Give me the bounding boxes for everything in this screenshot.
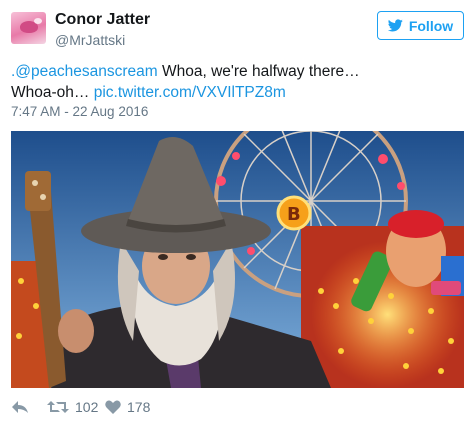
retweet-icon [47, 401, 69, 413]
display-name[interactable]: Conor Jatter [55, 11, 150, 29]
heart-icon [105, 400, 121, 414]
follow-label: Follow [408, 17, 454, 34]
like-button[interactable]: 178 [105, 395, 150, 419]
tweet-timestamp[interactable]: 7:47 AM - 22 Aug 2016 [11, 104, 148, 119]
tweet-actions: 102 178 [11, 395, 464, 419]
wizard-carnival-image: B [11, 131, 464, 388]
retweet-count: 102 [75, 399, 99, 415]
sign-letter: B [287, 204, 301, 225]
follow-button[interactable]: Follow [377, 11, 464, 40]
tweet-text-part2: Whoa-oh… [11, 84, 94, 101]
tweet-text: .@peachesanscream Whoa, we're halfway th… [11, 61, 461, 103]
reply-button[interactable] [11, 395, 29, 419]
mention-link[interactable]: .@peachesanscream [11, 63, 158, 80]
reply-icon [12, 401, 28, 413]
tweet-photo[interactable]: B [11, 131, 464, 388]
like-count: 178 [127, 399, 151, 415]
user-handle[interactable]: @MrJattski [55, 32, 125, 48]
pic-link[interactable]: pic.twitter.com/VXVIlTPZ8m [94, 84, 286, 101]
avatar[interactable] [11, 12, 46, 44]
twitter-bird-icon [387, 19, 403, 32]
retweet-button[interactable]: 102 [47, 395, 98, 419]
tweet-card: Conor Jatter @MrJattski Follow .@peaches… [0, 0, 474, 424]
tweet-text-part1: Whoa, we're halfway there… [157, 63, 360, 80]
